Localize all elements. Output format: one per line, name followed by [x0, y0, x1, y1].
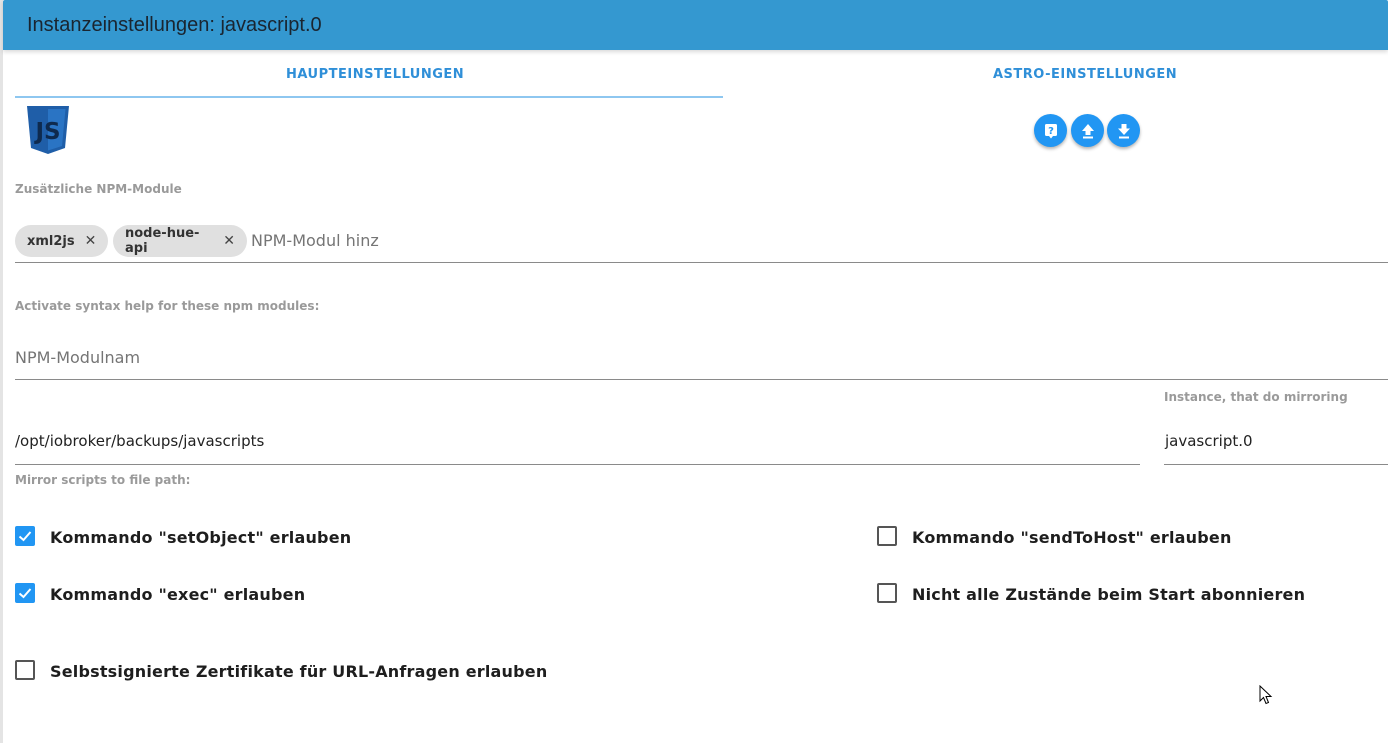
upload-button[interactable] — [1071, 114, 1104, 147]
mirror-path-underline — [15, 464, 1140, 465]
checkbox-sendtohost-label: Kommando "sendToHost" erlauben — [912, 528, 1232, 547]
help-button[interactable]: ? — [1034, 114, 1067, 147]
dialog-title: Instanzeinstellungen: javascript.0 — [27, 14, 322, 36]
mouse-cursor-icon — [1259, 685, 1273, 705]
checkbox-setobject[interactable] — [15, 526, 35, 546]
checkbox-setobject-label: Kommando "setObject" erlauben — [50, 528, 352, 547]
download-icon — [1117, 123, 1130, 138]
syntax-help-underline — [15, 379, 1388, 380]
close-icon[interactable]: ✕ — [223, 233, 235, 249]
mirror-path-label: Mirror scripts to file path: — [15, 473, 191, 487]
chip-label: xml2js — [27, 233, 75, 249]
active-tab-indicator — [15, 96, 723, 98]
checkbox-no-subscribe[interactable] — [877, 583, 897, 603]
mirror-instance-label: Instance, that do mirroring — [1164, 390, 1348, 404]
dialog-frame — [0, 0, 1388, 743]
checkbox-no-subscribe-label: Nicht alle Zustände beim Start abonniere… — [912, 585, 1306, 604]
download-button[interactable] — [1107, 114, 1140, 147]
upload-icon — [1081, 123, 1094, 138]
close-icon[interactable]: ✕ — [85, 233, 97, 249]
npm-module-input[interactable] — [251, 229, 551, 251]
npm-modules-underline — [15, 262, 1388, 263]
npm-modules-label: Zusätzliche NPM-Module — [15, 182, 182, 196]
help-icon: ? — [1044, 123, 1057, 138]
check-icon — [18, 588, 32, 599]
checkbox-selfsigned-certs[interactable] — [15, 660, 35, 680]
dialog-header: Instanzeinstellungen: javascript.0 — [3, 0, 1388, 50]
tab-main-settings[interactable]: HAUPTEINSTELLUNGEN — [286, 67, 464, 82]
svg-text:?: ? — [1048, 126, 1054, 137]
javascript-logo: JS — [27, 106, 69, 154]
checkbox-exec-label: Kommando "exec" erlauben — [50, 585, 306, 604]
tab-astro-settings[interactable]: ASTRO-EINSTELLUNGEN — [993, 67, 1177, 82]
syntax-help-label: Activate syntax help for these npm modul… — [15, 299, 320, 313]
checkbox-selfsigned-certs-label: Selbstsignierte Zertifikate für URL-Anfr… — [50, 662, 548, 681]
checkbox-exec[interactable] — [15, 583, 35, 603]
module-chip-xml2js: xml2js ✕ — [15, 225, 108, 257]
chip-label: node-hue-api — [125, 226, 200, 256]
mirror-path-field[interactable]: /opt/iobroker/backups/javascripts — [15, 432, 264, 450]
mirror-instance-underline — [1164, 464, 1388, 465]
check-icon — [18, 531, 32, 542]
logo-text: JS — [33, 119, 60, 145]
checkbox-sendtohost[interactable] — [877, 526, 897, 546]
module-chip-node-hue-api: node-hue-api ✕ — [113, 225, 247, 257]
mirror-instance-select[interactable]: javascript.0 — [1165, 432, 1253, 450]
syntax-help-input[interactable] — [15, 346, 415, 368]
